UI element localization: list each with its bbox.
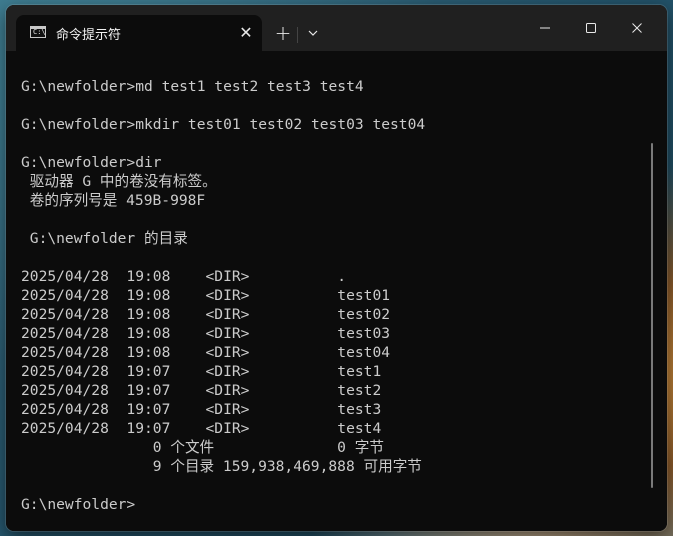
terminal-output-area[interactable]: G:\newfolder>md test1 test2 test3 test4 …	[6, 51, 667, 531]
terminal-line: 2025/04/28 19:07 <DIR> test3	[21, 401, 382, 418]
title-bar[interactable]: C:\ 命令提示符 ✕ +	[6, 5, 667, 51]
terminal-line: 卷的序列号是 459B-998F	[21, 192, 206, 209]
cmd-icon: C:\	[30, 26, 46, 38]
terminal-line: G:\newfolder>md test1 test2 test3 test4	[21, 78, 364, 95]
terminal-output: G:\newfolder>md test1 test2 test3 test4 …	[21, 77, 425, 514]
terminal-line: 2025/04/28 19:07 <DIR> test1	[21, 363, 382, 380]
terminal-line: 2025/04/28 19:08 <DIR> test01	[21, 287, 391, 304]
terminal-line: 2025/04/28 19:07 <DIR> test4	[21, 420, 382, 437]
maximize-button[interactable]	[568, 13, 614, 43]
tab-title: 命令提示符	[56, 28, 122, 43]
terminal-line: 9 个目录 159,938,469,888 可用字节	[21, 458, 422, 475]
tab-separator	[297, 27, 298, 43]
vertical-scrollbar[interactable]	[651, 143, 653, 488]
chevron-down-icon	[308, 30, 318, 36]
terminal-line: G:\newfolder>dir	[21, 154, 162, 171]
terminal-window: C:\ 命令提示符 ✕ + G:\newfolder>md test1 test…	[6, 5, 667, 531]
close-window-button[interactable]	[614, 13, 660, 43]
minimize-button[interactable]	[522, 13, 568, 43]
terminal-line: G:\newfolder>mkdir test01 test02 test03 …	[21, 116, 426, 133]
terminal-line: 2025/04/28 19:08 <DIR> test04	[21, 344, 391, 361]
new-tab-button[interactable]: +	[269, 22, 297, 46]
terminal-line: 驱动器 G 中的卷没有标签。	[21, 173, 217, 190]
terminal-line: 2025/04/28 19:08 <DIR> test03	[21, 325, 391, 342]
terminal-prompt: G:\newfolder>	[21, 496, 136, 513]
terminal-line: 2025/04/28 19:07 <DIR> test2	[21, 382, 382, 399]
terminal-line: 0 个文件 0 字节	[21, 439, 384, 456]
terminal-line: G:\newfolder 的目录	[21, 230, 188, 247]
close-tab-icon[interactable]: ✕	[234, 21, 258, 45]
tab-dropdown-button[interactable]	[301, 22, 325, 46]
minimize-icon	[540, 27, 550, 29]
close-icon	[632, 23, 642, 33]
terminal-line: 2025/04/28 19:08 <DIR> .	[21, 268, 347, 285]
tab-command-prompt[interactable]: C:\ 命令提示符 ✕	[16, 15, 262, 51]
cmd-icon-text: C:\	[33, 28, 46, 36]
terminal-line: 2025/04/28 19:08 <DIR> test02	[21, 306, 391, 323]
maximize-icon	[586, 23, 596, 33]
